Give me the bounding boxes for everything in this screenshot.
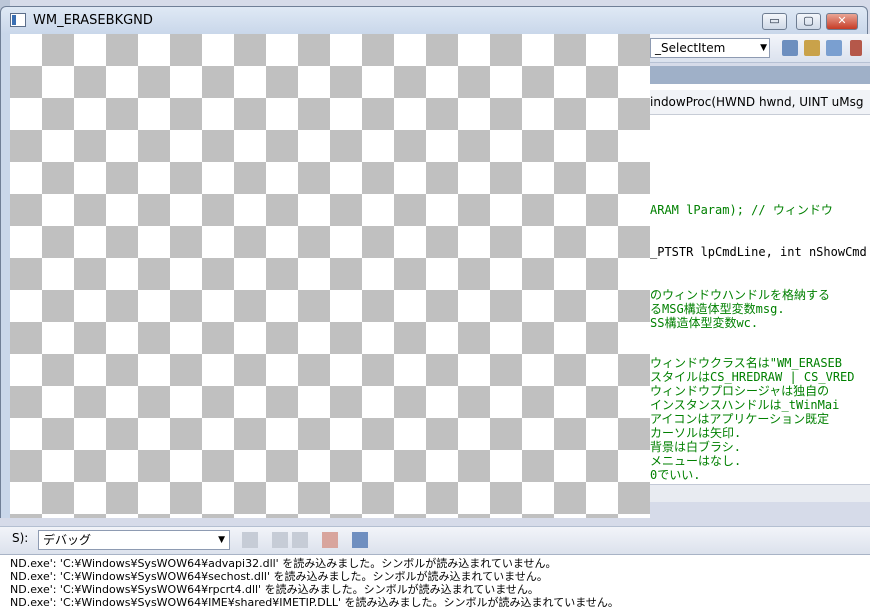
- previous-message-icon[interactable]: [272, 532, 288, 548]
- find-message-icon[interactable]: [242, 532, 258, 548]
- window-title: WM_ERASEBKGND: [33, 13, 153, 28]
- comment-line: るMSG構造体型変数msg.: [650, 302, 785, 316]
- app-icon[interactable]: [10, 13, 26, 27]
- comment-line: カーソルは矢印.: [650, 426, 742, 440]
- tools-icon[interactable]: [850, 40, 862, 56]
- properties-icon[interactable]: [804, 40, 820, 56]
- find-icon[interactable]: [782, 40, 798, 56]
- editor-horizontal-scrollbar[interactable]: [650, 484, 870, 503]
- minimize-icon: ▭: [769, 14, 780, 27]
- comment-line: 背景は白ブラシ.: [650, 440, 741, 454]
- code-line: ARAM lParam); // ウィンドウ: [650, 203, 833, 217]
- comment-line: インスタンスハンドルは_tWinMai: [650, 398, 840, 412]
- comment-line: ウィンドウクラス名は"WM_ERASEB: [650, 356, 843, 370]
- function-signature-bar[interactable]: indowProc(HWND hwnd, UINT uMsg: [650, 90, 870, 115]
- code-line-text: ARAM lParam); // ウィンドウ: [650, 203, 833, 217]
- maximize-button[interactable]: ▢: [796, 13, 821, 30]
- maximize-icon: ▢: [803, 14, 814, 27]
- word-wrap-icon[interactable]: [352, 532, 368, 548]
- window-client-area[interactable]: [10, 34, 650, 518]
- comment-line: スタイルはCS_HREDRAW | CS_VRED: [650, 370, 855, 384]
- code-line: _PTSTR lpCmdLine, int nShowCmd: [650, 245, 867, 259]
- comment-line: 0でいい.: [650, 468, 701, 482]
- output-line: ND.exe': 'C:¥Windows¥SysWOW64¥IME¥shared…: [10, 596, 619, 607]
- class-view-icon[interactable]: [826, 40, 842, 56]
- comment-line: アイコンはアプリケーション既定: [650, 412, 830, 426]
- comment-line: メニューはなし.: [650, 454, 742, 468]
- member-combobox-value: _SelectItem: [655, 41, 726, 55]
- comment-line: ウィンドウプロシージャは独自の: [650, 384, 830, 398]
- comment-line: のウィンドウハンドルを格納する: [650, 288, 831, 302]
- chevron-down-icon[interactable]: ▼: [760, 39, 767, 57]
- close-icon: ✕: [837, 14, 847, 27]
- window-left-border: [0, 34, 10, 518]
- output-line: ND.exe': 'C:¥Windows¥SysWOW64¥advapi32.d…: [10, 557, 557, 570]
- next-message-icon[interactable]: [292, 532, 308, 548]
- code-line-text: _PTSTR lpCmdLine, int nShowCmd: [650, 245, 867, 259]
- member-combobox[interactable]: _SelectItem ▼: [650, 38, 770, 58]
- output-line: ND.exe': 'C:¥Windows¥SysWOW64¥rpcrt4.dll…: [10, 583, 539, 596]
- output-source-label: S):: [12, 531, 29, 545]
- output-source-combobox[interactable]: デバッグ ▼: [38, 530, 230, 550]
- minimize-button[interactable]: ▭: [762, 13, 787, 30]
- output-panel[interactable]: ND.exe': 'C:¥Windows¥SysWOW64¥advapi32.d…: [0, 554, 870, 607]
- editor-tab-bar: [650, 66, 870, 85]
- clear-all-icon[interactable]: [322, 532, 338, 548]
- chevron-down-icon[interactable]: ▼: [218, 531, 225, 549]
- function-signature: indowProc(HWND hwnd, UINT uMsg: [650, 95, 864, 109]
- output-source-value: デバッグ: [43, 533, 92, 547]
- comment-line: SS構造体型変数wc.: [650, 316, 759, 330]
- close-button[interactable]: ✕: [826, 13, 858, 30]
- output-line: ND.exe': 'C:¥Windows¥SysWOW64¥sechost.dl…: [10, 570, 548, 583]
